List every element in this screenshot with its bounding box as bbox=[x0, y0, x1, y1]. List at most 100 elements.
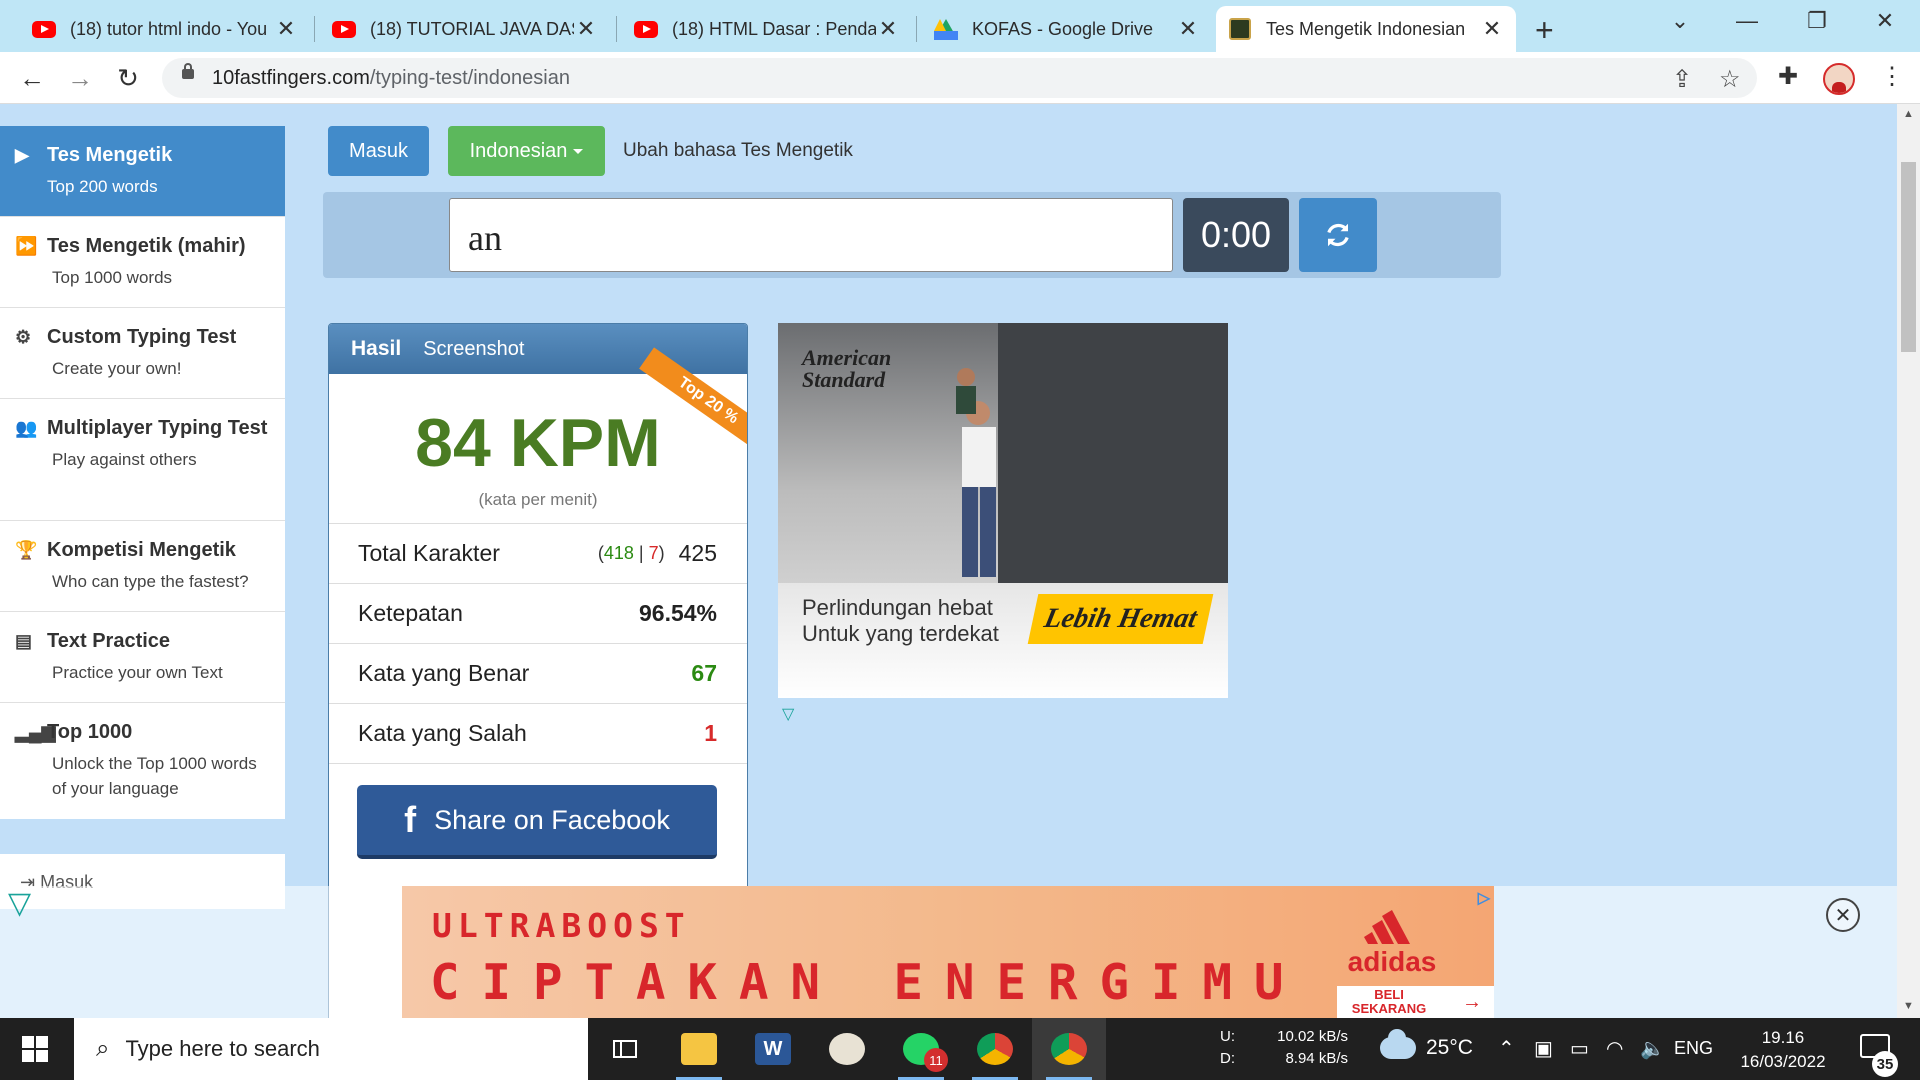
tab-label: KOFAS - Google Drive bbox=[972, 18, 1154, 39]
close-window-button[interactable]: ✕ bbox=[1860, 8, 1910, 34]
weather-widget[interactable]: 25°C bbox=[1380, 1029, 1473, 1060]
download-label: D: bbox=[1220, 1050, 1235, 1067]
sidebar-item-custom-test[interactable]: ⚙ Custom Typing Test Create your own! bbox=[0, 308, 285, 399]
browser-tab-active[interactable]: Tes Mengetik Indonesian ✕ bbox=[1216, 6, 1516, 52]
sidebar-item-title: Tes Mengetik (mahir) bbox=[47, 235, 246, 257]
browser-tab[interactable]: (18) HTML Dasar : Pendah ✕ bbox=[622, 6, 912, 52]
restart-button[interactable] bbox=[1299, 198, 1377, 272]
language-dropdown[interactable]: Indonesian bbox=[448, 126, 605, 176]
close-tab-icon[interactable]: ✕ bbox=[1176, 16, 1200, 42]
profile-avatar[interactable] bbox=[1823, 63, 1855, 95]
ad-figure-image bbox=[956, 368, 996, 577]
minimize-button[interactable]: — bbox=[1722, 8, 1772, 34]
typing-input[interactable]: an bbox=[449, 198, 1173, 272]
result-label: Kata yang Salah bbox=[358, 720, 527, 746]
wifi-icon[interactable]: ◠ bbox=[1606, 1036, 1623, 1061]
chevron-up-icon[interactable]: ⌃ bbox=[1498, 1036, 1515, 1061]
keystrokes-value: (418 | 7) 425 bbox=[597, 540, 717, 566]
chrome-icon[interactable] bbox=[958, 1018, 1032, 1080]
close-tab-icon[interactable]: ✕ bbox=[574, 16, 598, 42]
close-ad-button[interactable]: ✕ bbox=[1826, 898, 1860, 932]
tab-search-chevron-icon[interactable]: ⌄ bbox=[1655, 8, 1705, 34]
file-explorer-icon[interactable] bbox=[662, 1018, 736, 1080]
ad-choices-icon[interactable]: ▷ bbox=[1478, 888, 1490, 908]
chrome-profile-icon[interactable] bbox=[1032, 1018, 1106, 1080]
ad-line-2: Untuk yang terdekat bbox=[802, 621, 999, 646]
menu-kebab-icon[interactable]: ⋮ bbox=[1880, 62, 1904, 91]
new-tab-button[interactable]: + bbox=[1535, 12, 1554, 49]
notification-count: 35 bbox=[1872, 1051, 1898, 1077]
sidebar-item-text-practice[interactable]: ▤ Text Practice Practice your own Text bbox=[0, 612, 285, 703]
volume-icon[interactable]: 🔈 bbox=[1640, 1036, 1665, 1061]
close-tab-icon[interactable]: ✕ bbox=[274, 16, 298, 42]
battery-icon[interactable]: ▭ bbox=[1570, 1036, 1589, 1061]
clock-date: 16/03/2022 bbox=[1740, 1052, 1826, 1071]
tab-divider bbox=[314, 16, 315, 42]
share-icon[interactable]: ⇪ bbox=[1672, 65, 1692, 94]
sidebar-item-multiplayer[interactable]: 👥 Multiplayer Typing Test Play against ot… bbox=[0, 399, 285, 521]
sidebar-item-advanced-test[interactable]: ⏩ Tes Mengetik (mahir) Top 1000 words bbox=[0, 217, 285, 308]
task-view-glyph bbox=[613, 1040, 637, 1058]
ad-line-1: Perlindungan hebat bbox=[802, 595, 993, 620]
trophy-icon: 🏆 bbox=[15, 540, 38, 560]
word-icon[interactable]: W bbox=[736, 1018, 810, 1080]
scroll-down-arrow-icon[interactable]: ▼ bbox=[1903, 1000, 1914, 1012]
advertisement-adidas-banner[interactable]: ULTRABOOST CIPTAKAN ENERGIMU adidas BELI… bbox=[402, 886, 1494, 1018]
login-button[interactable]: Masuk bbox=[328, 126, 429, 176]
result-row-wrong-words: Kata yang Salah 1 bbox=[329, 704, 747, 764]
sidebar-item-subtitle: Top 1000 words bbox=[52, 268, 173, 287]
language-hint: Ubah bahasa Tes Mengetik bbox=[623, 140, 853, 161]
sidebar-item-subtitle: Create your own! bbox=[52, 359, 182, 378]
tab-label: Tes Mengetik Indonesian bbox=[1266, 18, 1466, 39]
forward-arrow-icon[interactable]: → bbox=[62, 61, 98, 97]
url-text[interactable]: 10fastfingers.com/typing-test/indonesian bbox=[212, 67, 570, 90]
wpm-caption: (kata per menit) bbox=[478, 490, 598, 509]
share-facebook-button[interactable]: f Share on Facebook bbox=[357, 785, 717, 859]
download-speed: 8.94 kB/s bbox=[1285, 1050, 1348, 1067]
tab-label: (18) HTML Dasar : Pendah bbox=[672, 18, 876, 39]
browser-tab[interactable]: (18) TUTORIAL JAVA DASA ✕ bbox=[320, 6, 610, 52]
tab-result[interactable]: Hasil bbox=[351, 337, 401, 361]
browser-tab[interactable]: (18) tutor html indo - You ✕ bbox=[20, 6, 310, 52]
close-tab-icon[interactable]: ✕ bbox=[876, 16, 900, 42]
refresh-icon bbox=[1327, 223, 1349, 247]
ad-banner-cta[interactable]: BELI SEKARANG → bbox=[1337, 986, 1494, 1018]
document-icon: ▤ bbox=[15, 631, 33, 651]
google-drive-icon bbox=[934, 17, 958, 41]
scroll-up-arrow-icon[interactable]: ▲ bbox=[1903, 108, 1914, 120]
extensions-puzzle-icon[interactable]: ✚ bbox=[1778, 62, 1798, 91]
reload-icon[interactable]: ↻ bbox=[110, 61, 146, 97]
sidebar-item-typing-test[interactable]: ▶ Tes Mengetik Top 200 words bbox=[0, 126, 285, 217]
result-row-keystrokes: Total Karakter (418 | 7) 425 bbox=[329, 524, 747, 584]
tab-label: (18) TUTORIAL JAVA DASA bbox=[370, 18, 574, 39]
page-scrollbar[interactable]: ▲ ▼ bbox=[1897, 104, 1920, 1018]
result-row-accuracy: Ketepatan 96.54% bbox=[329, 584, 747, 644]
sidebar-item-title: Top 1000 bbox=[47, 721, 133, 743]
whatsapp-icon[interactable]: 11 bbox=[884, 1018, 958, 1080]
advertisement-american-standard[interactable]: American Standard Perlindungan hebat Unt… bbox=[778, 323, 1228, 698]
sidebar-item-title: Custom Typing Test bbox=[47, 326, 237, 348]
task-view-icon[interactable] bbox=[588, 1018, 662, 1080]
sidebar-item-top1000[interactable]: ▂▄▆ Top 1000 Unlock the Top 1000 words of… bbox=[0, 703, 285, 819]
sidebar-item-subtitle: Practice your own Text bbox=[52, 663, 223, 682]
restore-button[interactable]: ❐ bbox=[1792, 8, 1842, 34]
address-bar[interactable]: 10fastfingers.com/typing-test/indonesian… bbox=[162, 58, 1757, 98]
sidebar-item-competition[interactable]: 🏆 Kompetisi Mengetik Who can type the fas… bbox=[0, 521, 285, 612]
back-arrow-icon[interactable]: ← bbox=[14, 61, 50, 97]
windows-start-icon[interactable] bbox=[22, 1036, 48, 1062]
lock-icon[interactable] bbox=[182, 63, 194, 79]
system-clock[interactable]: 19.16 16/03/2022 bbox=[1730, 1026, 1836, 1074]
signal-bars-icon: ▂▄▆ bbox=[15, 722, 56, 742]
browser-tab[interactable]: KOFAS - Google Drive ✕ bbox=[922, 6, 1212, 52]
bookmark-star-icon[interactable]: ☆ bbox=[1719, 65, 1741, 94]
close-tab-icon[interactable]: ✕ bbox=[1480, 16, 1504, 42]
tab-screenshot[interactable]: Screenshot bbox=[423, 338, 524, 361]
input-language[interactable]: ENG bbox=[1674, 1038, 1713, 1059]
paint-icon[interactable] bbox=[810, 1018, 884, 1080]
language-dropdown-label: Indonesian bbox=[469, 139, 568, 162]
meet-now-icon[interactable]: ▣ bbox=[1534, 1036, 1553, 1061]
sidebar-item-title: Multiplayer Typing Test bbox=[47, 417, 268, 439]
taskbar-search-box[interactable]: ⌕ Type here to search bbox=[74, 1018, 588, 1080]
scroll-thumb[interactable] bbox=[1901, 162, 1916, 352]
wrong-words-value: 1 bbox=[704, 720, 717, 746]
